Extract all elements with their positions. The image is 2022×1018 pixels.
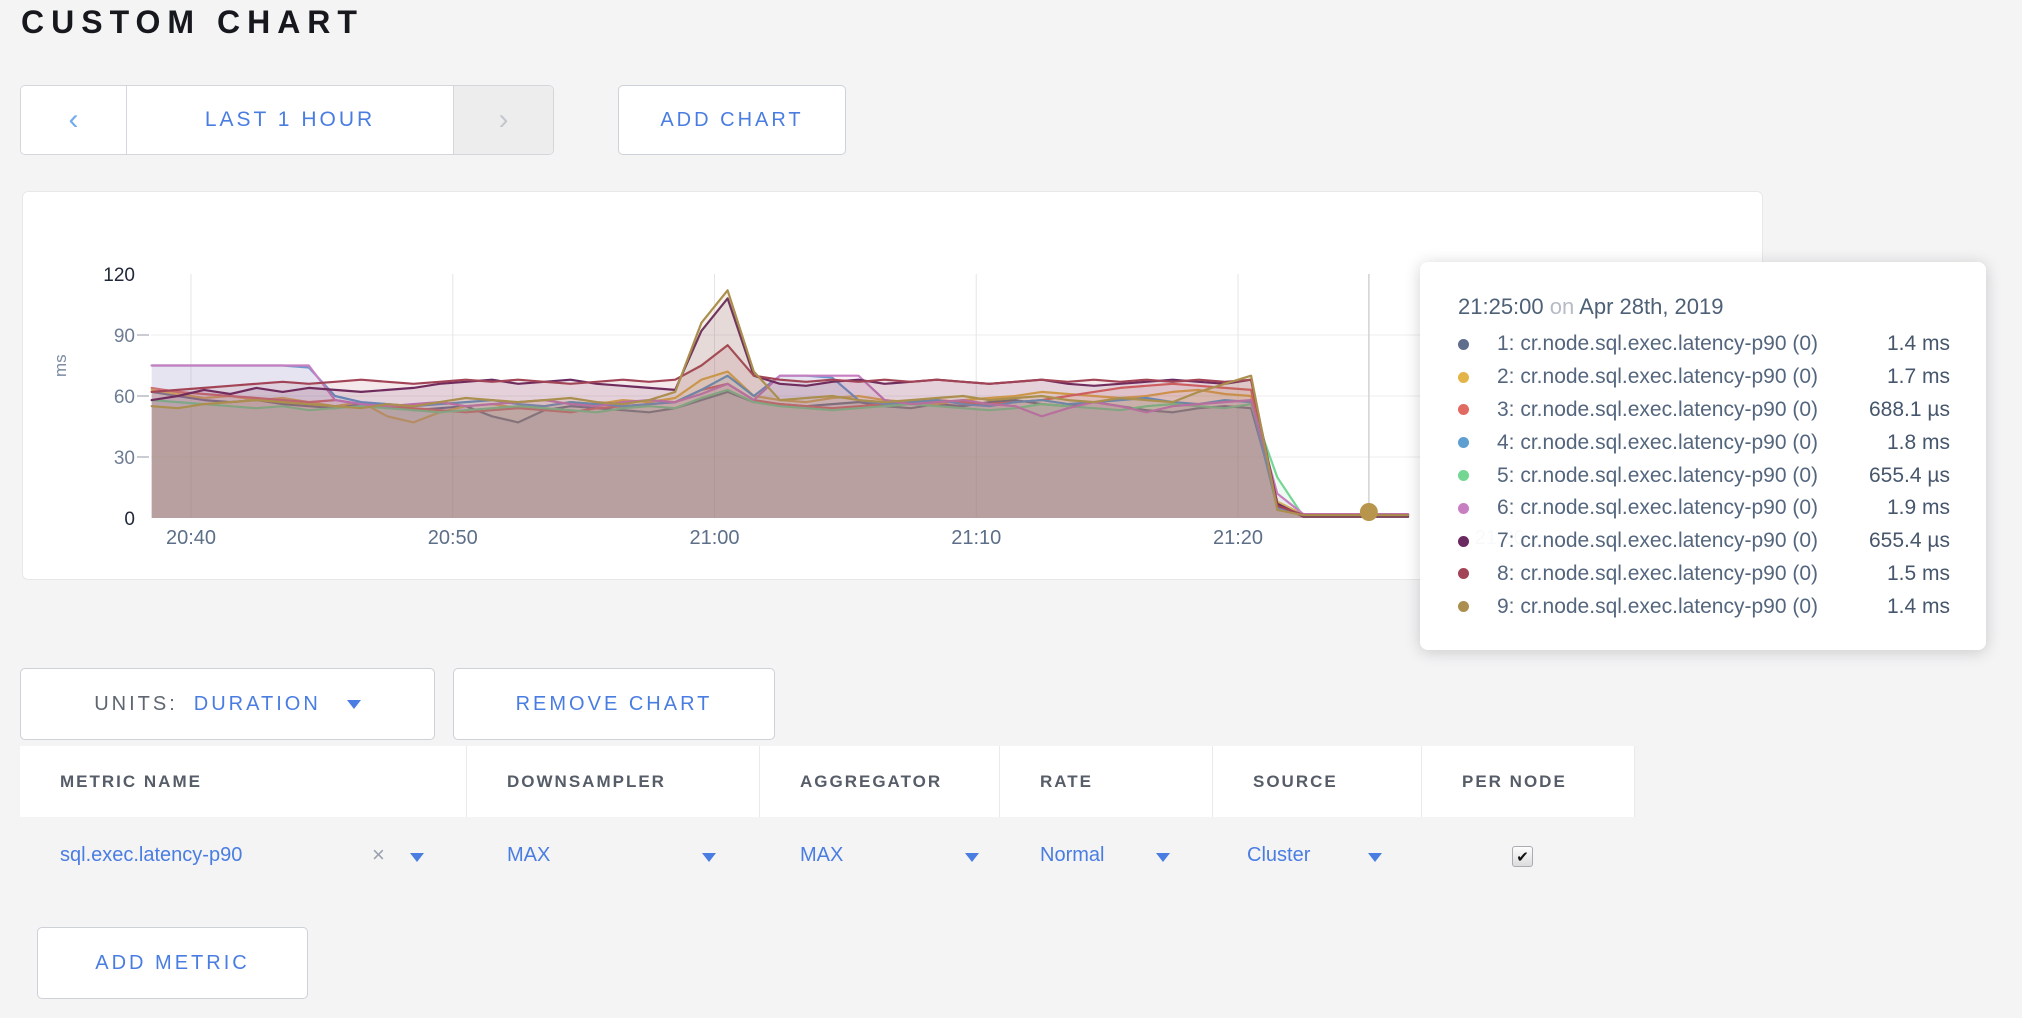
tooltip-series-value: 1.4 ms [1887,595,1950,619]
metric-table-row: sql.exec.latency-p90 × MAX MAX Normal Cl… [20,817,2002,897]
tooltip-time: 21:25:00 [1458,294,1544,319]
svg-text:20:40: 20:40 [166,527,216,549]
custom-chart-page: CUSTOM CHART ‹ LAST 1 HOUR › ADD CHART 2… [0,0,2022,1018]
downsampler-select[interactable]: MAX [507,844,550,867]
time-range-selector: ‹ LAST 1 HOUR › [20,85,554,155]
tooltip-series-row: 6: cr.node.sql.exec.latency-p90 (0)1.9 m… [1458,492,1950,525]
remove-chart-button[interactable]: REMOVE CHART [453,668,775,740]
series-color-dot [1458,437,1469,448]
add-chart-button[interactable]: ADD CHART [618,85,846,155]
tooltip-series-value: 1.4 ms [1887,332,1950,356]
svg-text:21:20: 21:20 [1213,527,1263,549]
page-title: CUSTOM CHART [21,4,364,41]
tooltip-header: 21:25:00 on Apr 28th, 2019 [1458,294,1950,320]
tooltip-series-value: 688.1 µs [1869,398,1950,422]
tooltip-series-label: 4: cr.node.sql.exec.latency-p90 (0) [1497,431,1887,455]
column-header-downsampler: DOWNSAMPLER [467,746,760,817]
tooltip-series-label: 2: cr.node.sql.exec.latency-p90 (0) [1497,365,1887,389]
aggregator-caret-down-icon[interactable] [965,853,979,862]
tooltip-series-label: 1: cr.node.sql.exec.latency-p90 (0) [1497,332,1887,356]
series-color-dot [1458,503,1469,514]
tooltip-series-row: 9: cr.node.sql.exec.latency-p90 (0)1.4 m… [1458,590,1950,623]
series-color-dot [1458,568,1469,579]
tooltip-series-label: 3: cr.node.sql.exec.latency-p90 (0) [1497,398,1869,422]
tooltip-series-row: 8: cr.node.sql.exec.latency-p90 (0)1.5 m… [1458,558,1950,591]
tooltip-date: Apr 28th, 2019 [1579,294,1723,319]
tooltip-series-label: 9: cr.node.sql.exec.latency-p90 (0) [1497,595,1887,619]
tooltip-series-value: 1.8 ms [1887,431,1950,455]
tooltip-series-value: 1.5 ms [1887,562,1950,586]
downsampler-caret-down-icon[interactable] [702,853,716,862]
tooltip-series-row: 4: cr.node.sql.exec.latency-p90 (0)1.8 m… [1458,426,1950,459]
tooltip-series-row: 5: cr.node.sql.exec.latency-p90 (0)655.4… [1458,459,1950,492]
series-color-dot [1458,536,1469,547]
tooltip-series-row: 2: cr.node.sql.exec.latency-p90 (0)1.7 m… [1458,361,1950,394]
source-caret-down-icon[interactable] [1368,853,1382,862]
svg-text:21:10: 21:10 [951,527,1001,549]
tooltip-series-value: 655.4 µs [1869,529,1950,553]
rate-caret-down-icon[interactable] [1156,853,1170,862]
chevron-left-icon: ‹ [69,105,79,135]
tooltip-series-value: 655.4 µs [1869,464,1950,488]
column-header-per-node: PER NODE [1422,746,1635,817]
caret-down-icon [347,700,361,709]
tooltip-rows: 1: cr.node.sql.exec.latency-p90 (0)1.4 m… [1458,328,1950,623]
svg-text:0: 0 [124,509,135,530]
column-header-source: SOURCE [1213,746,1422,817]
tooltip-series-value: 1.9 ms [1887,496,1950,520]
rate-select[interactable]: Normal [1040,844,1104,867]
units-selected-value: DURATION [194,693,321,716]
tooltip-series-label: 8: cr.node.sql.exec.latency-p90 (0) [1497,562,1887,586]
check-icon: ✔ [1516,848,1529,866]
units-prefix-label: UNITS: [94,693,178,716]
tooltip-series-value: 1.7 ms [1887,365,1950,389]
y-axis-unit-label: ms [51,354,71,377]
tooltip-series-label: 7: cr.node.sql.exec.latency-p90 (0) [1497,529,1869,553]
svg-text:30: 30 [114,448,135,469]
tooltip-series-row: 3: cr.node.sql.exec.latency-p90 (0)688.1… [1458,394,1950,427]
series-color-dot [1458,470,1469,481]
time-range-next-button[interactable]: › [454,86,553,154]
time-range-label[interactable]: LAST 1 HOUR [127,86,454,154]
time-range-prev-button[interactable]: ‹ [21,86,127,154]
tooltip-series-row: 1: cr.node.sql.exec.latency-p90 (0)1.4 m… [1458,328,1950,361]
chevron-right-icon: › [499,105,509,135]
svg-text:20:50: 20:50 [428,527,478,549]
svg-text:90: 90 [114,326,135,347]
metric-name-caret-down-icon[interactable] [410,853,424,862]
series-color-dot [1458,372,1469,383]
chart-hover-tooltip: 21:25:00 on Apr 28th, 2019 1: cr.node.sq… [1420,262,1986,650]
metric-table-header: METRIC NAMEDOWNSAMPLERAGGREGATORRATESOUR… [20,746,1635,817]
close-icon[interactable]: × [372,842,385,868]
svg-text:21:00: 21:00 [689,527,739,549]
tooltip-series-row: 7: cr.node.sql.exec.latency-p90 (0)655.4… [1458,525,1950,558]
tooltip-on-word: on [1550,294,1574,319]
column-header-rate: RATE [1000,746,1213,817]
metric-name-value[interactable]: sql.exec.latency-p90 [60,844,242,867]
series-color-dot [1458,339,1469,350]
series-color-dot [1458,601,1469,612]
units-dropdown[interactable]: UNITS: DURATION [20,668,435,740]
tooltip-series-label: 5: cr.node.sql.exec.latency-p90 (0) [1497,464,1869,488]
svg-text:60: 60 [114,387,135,408]
add-metric-button[interactable]: ADD METRIC [37,927,308,999]
svg-text:120: 120 [103,265,135,286]
series-color-dot [1458,404,1469,415]
source-select[interactable]: Cluster [1247,844,1310,867]
tooltip-series-label: 6: cr.node.sql.exec.latency-p90 (0) [1497,496,1887,520]
aggregator-select[interactable]: MAX [800,844,843,867]
column-header-aggregator: AGGREGATOR [760,746,1000,817]
per-node-checkbox[interactable]: ✔ [1512,846,1533,867]
column-header-metric-name: METRIC NAME [20,746,467,817]
